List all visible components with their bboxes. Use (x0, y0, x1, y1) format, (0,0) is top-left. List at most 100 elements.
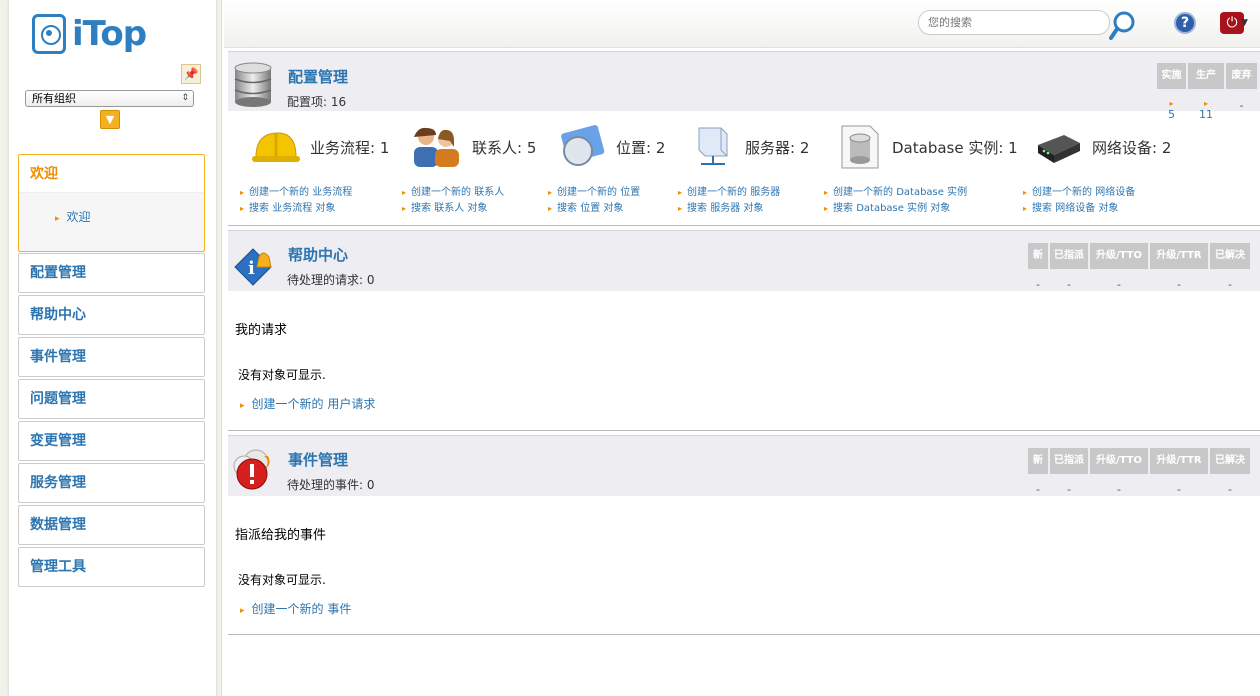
status-header-implementation: 实施 (1157, 63, 1186, 89)
search-network-device-link[interactable]: 搜索 网络设备 对象 (1023, 201, 1135, 217)
compass-icon (561, 125, 605, 166)
search-server-link[interactable]: 搜索 服务器 对象 (678, 201, 780, 217)
menu-group-title[interactable]: 问题管理 (19, 380, 204, 418)
ci-label: 服务器: 2 (745, 138, 810, 157)
itop-logo[interactable]: iTop (32, 12, 147, 56)
helmet-icon (252, 132, 300, 162)
database-instance-icon (841, 125, 879, 169)
ci-business-process[interactable]: 业务流程: 1 (252, 122, 389, 172)
helpdesk-dashlet-subtitle: 待处理的请求: 0 (287, 273, 375, 287)
menu-group-config[interactable]: 配置管理 (18, 253, 205, 293)
ci-contacts[interactable]: 联系人: 5 (410, 122, 536, 172)
ci-database-instance[interactable]: Database 实例: 1 (838, 122, 1018, 172)
search-database-instance-link[interactable]: 搜索 Database 实例 对象 (824, 201, 967, 217)
menu-group-title[interactable]: 数据管理 (19, 506, 204, 544)
ci-location[interactable]: 位置: 2 (558, 122, 665, 172)
section-separator (228, 430, 1260, 431)
ci-server[interactable]: 服务器: 2 (693, 122, 809, 172)
status-header-assigned: 已指派 (1050, 448, 1088, 474)
status-value: - (1228, 483, 1232, 496)
config-dashlet-title[interactable]: 配置管理 (288, 66, 348, 87)
search-business-process-link[interactable]: 搜索 业务流程 对象 (240, 201, 352, 217)
status-header-production: 生产 (1188, 63, 1224, 89)
itop-logo-icon (32, 14, 66, 54)
menu-group-title-welcome[interactable]: 欢迎 (19, 155, 204, 193)
org-select[interactable]: 所有组织 ⇕ (25, 90, 194, 107)
create-user-request-link[interactable]: 创建一个新的 用户请求 (240, 395, 376, 412)
ci-links-server: 创建一个新的 服务器 搜索 服务器 对象 (678, 185, 780, 217)
incident-alert-icon (233, 449, 270, 490)
top-bar: ? ⏻ ▼ (224, 0, 1260, 48)
help-icon[interactable]: ? (1174, 12, 1196, 34)
menu-group-helpdesk[interactable]: 帮助中心 (18, 295, 205, 335)
status-value-production[interactable]: ▸ 11 (1188, 99, 1224, 121)
search-contact-link[interactable]: 搜索 联系人 对象 (402, 201, 504, 217)
no-objects-text: 没有对象可显示. (238, 368, 326, 382)
create-incident-link[interactable]: 创建一个新的 事件 (240, 600, 352, 617)
search-location-link[interactable]: 搜索 位置 对象 (548, 201, 640, 217)
status-header-resolved: 已解决 (1210, 243, 1250, 269)
helpdesk-dashlet-header: i 帮助中心 待处理的请求: 0 新 已指派 升级/TTO 升级/TTR 已解决… (228, 230, 1260, 291)
apply-icon: ▼ (105, 113, 115, 126)
global-search-input[interactable] (918, 10, 1110, 35)
config-status-header: 实施 生产 废弃 (1157, 63, 1257, 89)
menu-group-data[interactable]: 数据管理 (18, 505, 205, 545)
status-header-resolved: 已解决 (1210, 448, 1250, 474)
menu-group-problem[interactable]: 问题管理 (18, 379, 205, 419)
pin-icon: 📌 (183, 67, 199, 81)
menu-group-title[interactable]: 事件管理 (19, 338, 204, 376)
chevron-down-icon[interactable]: ▼ (1241, 18, 1248, 28)
menu-group-service[interactable]: 服务管理 (18, 463, 205, 503)
status-value: - (1228, 278, 1232, 291)
menu-group-change[interactable]: 变更管理 (18, 421, 205, 461)
pin-menu-button[interactable]: 📌 (181, 64, 201, 84)
ci-network-device[interactable]: 网络设备: 2 (1036, 122, 1171, 172)
my-requests-heading: 我的请求 (235, 323, 288, 338)
helpdesk-status-values: - - - - - (1028, 278, 1250, 291)
status-value: - (1117, 278, 1121, 291)
create-database-instance-link[interactable]: 创建一个新的 Database 实例 (824, 185, 967, 201)
status-value-implementation[interactable]: ▸ 5 (1157, 99, 1186, 121)
config-status-values: ▸ 5 ▸ 11 - (1157, 99, 1257, 121)
menu-group-welcome: 欢迎 欢迎 (18, 154, 205, 252)
incident-status-values: - - - - - (1028, 483, 1250, 496)
incident-dashlet-header: 事件管理 待处理的事件: 0 新 已指派 升级/TTO 升级/TTR 已解决 -… (228, 435, 1260, 496)
incident-dashlet-title[interactable]: 事件管理 (288, 449, 348, 470)
create-server-link[interactable]: 创建一个新的 服务器 (678, 185, 780, 201)
menu-group-title[interactable]: 变更管理 (19, 422, 204, 460)
incident-dashlet-subtitle: 待处理的事件: 0 (287, 478, 375, 492)
assigned-incidents-heading: 指派给我的事件 (235, 528, 327, 543)
status-header-escalated-tto: 升级/TTO (1090, 243, 1148, 269)
create-location-link[interactable]: 创建一个新的 位置 (548, 185, 640, 201)
org-apply-button[interactable]: ▼ (100, 110, 120, 129)
search-icon[interactable] (1109, 11, 1135, 41)
create-business-process-link[interactable]: 创建一个新的 业务流程 (240, 185, 352, 201)
menu-group-title[interactable]: 配置管理 (19, 254, 204, 292)
menu-group-title[interactable]: 帮助中心 (19, 296, 204, 334)
contacts-icon (414, 127, 459, 167)
menu-group-title[interactable]: 服务管理 (19, 464, 204, 502)
incident-status-header: 新 已指派 升级/TTO 升级/TTR 已解决 (1028, 448, 1250, 474)
menu-group-admin[interactable]: 管理工具 (18, 547, 205, 587)
status-header-assigned: 已指派 (1050, 243, 1088, 269)
status-header-new: 新 (1028, 243, 1048, 269)
create-network-device-link[interactable]: 创建一个新的 网络设备 (1023, 185, 1135, 201)
ci-label: 联系人: 5 (472, 138, 537, 157)
ci-links-location: 创建一个新的 位置 搜索 位置 对象 (548, 185, 640, 217)
menu-item-welcome[interactable]: 欢迎 (55, 208, 91, 225)
helpdesk-dashlet-title[interactable]: 帮助中心 (288, 244, 348, 265)
helpdesk-info-icon: i (234, 248, 272, 286)
no-objects-text: 没有对象可显示. (238, 573, 326, 587)
status-value: - (1067, 483, 1071, 496)
status-value: - (1036, 278, 1040, 291)
ci-links-network-device: 创建一个新的 网络设备 搜索 网络设备 对象 (1023, 185, 1135, 217)
status-header-obsolete: 废弃 (1226, 63, 1257, 89)
status-value: - (1177, 278, 1181, 291)
network-device-icon (1038, 135, 1080, 163)
menu-group-title[interactable]: 管理工具 (19, 548, 204, 586)
itop-logo-text: iTop (72, 14, 147, 54)
org-select-value: 所有组织 (32, 92, 76, 105)
create-contact-link[interactable]: 创建一个新的 联系人 (402, 185, 504, 201)
config-dashlet-header: 配置管理 配置项: 16 实施 生产 废弃 ▸ 5 ▸ 11 - (228, 51, 1260, 121)
menu-group-incident[interactable]: 事件管理 (18, 337, 205, 377)
